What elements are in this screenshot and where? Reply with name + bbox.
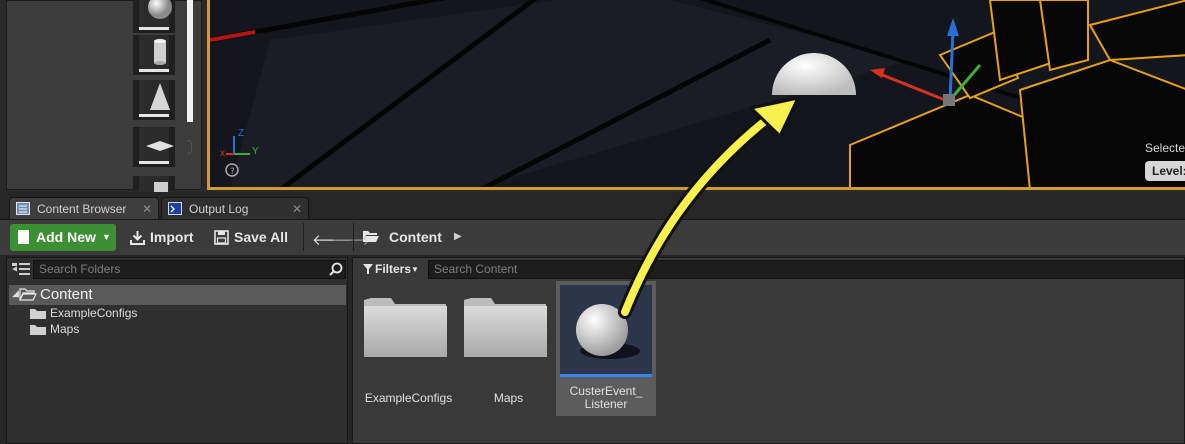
save-icon <box>214 230 229 245</box>
toolbar-divider <box>303 223 304 251</box>
axis-z-label: Z <box>238 128 245 139</box>
open-folder-icon <box>19 288 37 301</box>
folder-icon <box>364 298 447 357</box>
breadcrumb-content[interactable]: Content <box>389 229 442 245</box>
asset-type-color-bar <box>560 374 652 377</box>
modes-panel <box>6 0 202 192</box>
folder-icon <box>464 298 547 357</box>
tree-item-label: Content <box>40 286 93 303</box>
import-icon <box>130 231 145 245</box>
level-viewport[interactable]: ? Y Z x Selecte Level: <box>207 0 1185 190</box>
tab-content-browser[interactable]: Content Browser ✕ <box>9 197 159 220</box>
asset-name: CusterEvent_ Listener <box>556 385 656 411</box>
tab-label: Content Browser <box>37 202 127 216</box>
close-icon[interactable]: ✕ <box>142 198 152 220</box>
chevron-down-icon: ▼ <box>411 265 419 274</box>
drag-handle-icon <box>187 140 192 154</box>
filters-label: Filters <box>375 262 412 276</box>
tab-label: Output Log <box>189 202 249 216</box>
axis-indicator: ? Y Z x <box>220 128 272 185</box>
tree-item-label: ExampleConfigs <box>50 306 138 320</box>
axis-x-label: x <box>220 148 225 159</box>
asset-name-line2: Listener <box>584 397 628 411</box>
cone-shape-icon[interactable] <box>133 80 175 120</box>
folder-tree-toggle-icon[interactable] <box>12 263 30 275</box>
new-document-icon <box>18 230 29 244</box>
content-browser-icon <box>16 202 30 215</box>
folder-icon <box>30 309 46 319</box>
asset-folder-exampleconfigs[interactable]: ExampleConfigs <box>361 283 456 413</box>
tab-output-log[interactable]: Output Log ✕ <box>161 197 309 220</box>
tree-item-content[interactable]: ◢ Content <box>9 285 346 305</box>
save-all-label: Save All <box>234 229 288 245</box>
toolbar-divider <box>353 223 354 251</box>
asset-name-line1: CusterEvent_ <box>569 384 643 398</box>
add-new-button[interactable]: Add New ▼ <box>10 224 116 251</box>
cylinder-shape-icon[interactable] <box>133 35 175 75</box>
level-indicator[interactable]: Level: <box>1145 161 1185 181</box>
asset-custerevent-listener[interactable]: CusterEvent_ Listener <box>556 281 656 416</box>
axis-y-label: Y <box>252 146 259 157</box>
close-icon[interactable]: ✕ <box>292 198 302 220</box>
chevron-down-icon: ▼ <box>102 232 111 242</box>
box-shape-icon[interactable] <box>133 176 175 192</box>
import-button[interactable]: Import <box>130 224 196 251</box>
open-folder-icon <box>363 231 379 242</box>
filter-icon <box>363 264 373 274</box>
asset-name: ExampleConfigs <box>364 391 453 405</box>
search-content-input[interactable]: Search Content <box>428 260 1185 279</box>
sphere-shape-icon[interactable] <box>133 0 175 33</box>
svg-text:?: ? <box>230 167 235 177</box>
tree-item-label: Maps <box>50 322 80 336</box>
search-icon[interactable] <box>329 262 343 276</box>
add-new-label: Add New <box>36 229 96 245</box>
output-log-icon <box>168 202 182 215</box>
viewport-scene <box>210 0 1185 187</box>
import-label: Import <box>150 229 194 245</box>
asset-thumbnail <box>560 285 652 376</box>
chevron-right-icon[interactable]: ▶ <box>454 231 462 242</box>
folder-icon <box>30 325 46 335</box>
selected-actor-label: Selecte <box>1145 141 1185 155</box>
asset-folder-maps[interactable]: Maps <box>461 283 556 413</box>
filters-button[interactable]: Filters ▼ <box>360 260 422 279</box>
expand-arrow-icon[interactable]: ◢ <box>12 288 19 299</box>
plane-shape-icon[interactable] <box>133 127 175 167</box>
save-all-button[interactable]: Save All <box>214 224 292 251</box>
search-folders-input[interactable]: Search Folders <box>33 260 346 279</box>
asset-name: Maps <box>493 391 524 405</box>
sphere-actor-icon <box>576 304 640 359</box>
modes-scrollbar[interactable] <box>187 0 193 122</box>
